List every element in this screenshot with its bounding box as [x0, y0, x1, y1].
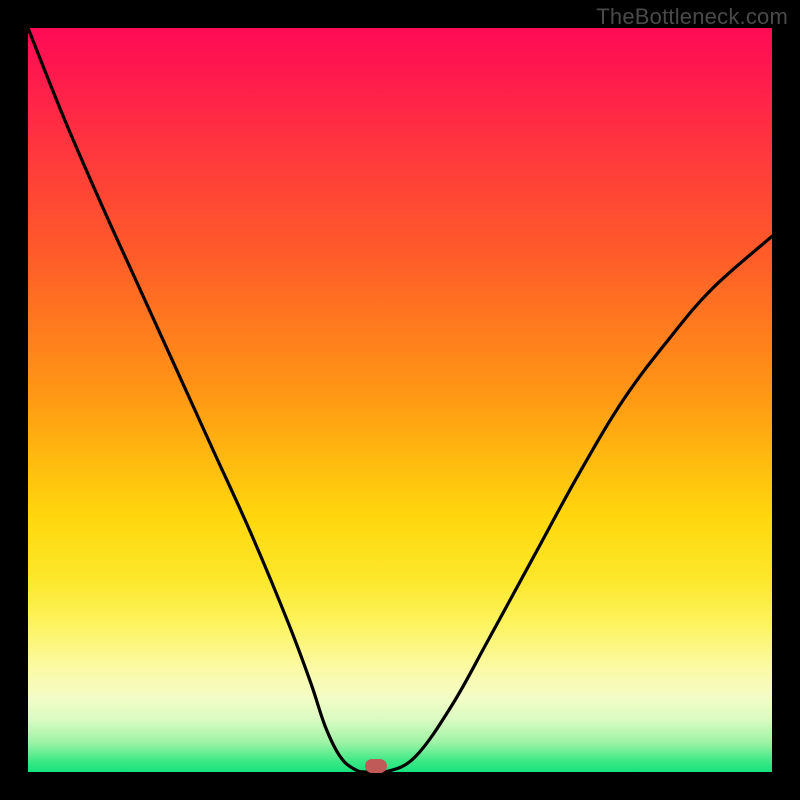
minimum-marker — [365, 759, 387, 773]
watermark-text: TheBottleneck.com — [596, 4, 788, 30]
plot-area — [28, 28, 772, 772]
chart-frame: TheBottleneck.com — [0, 0, 800, 800]
bottleneck-curve — [28, 28, 772, 772]
